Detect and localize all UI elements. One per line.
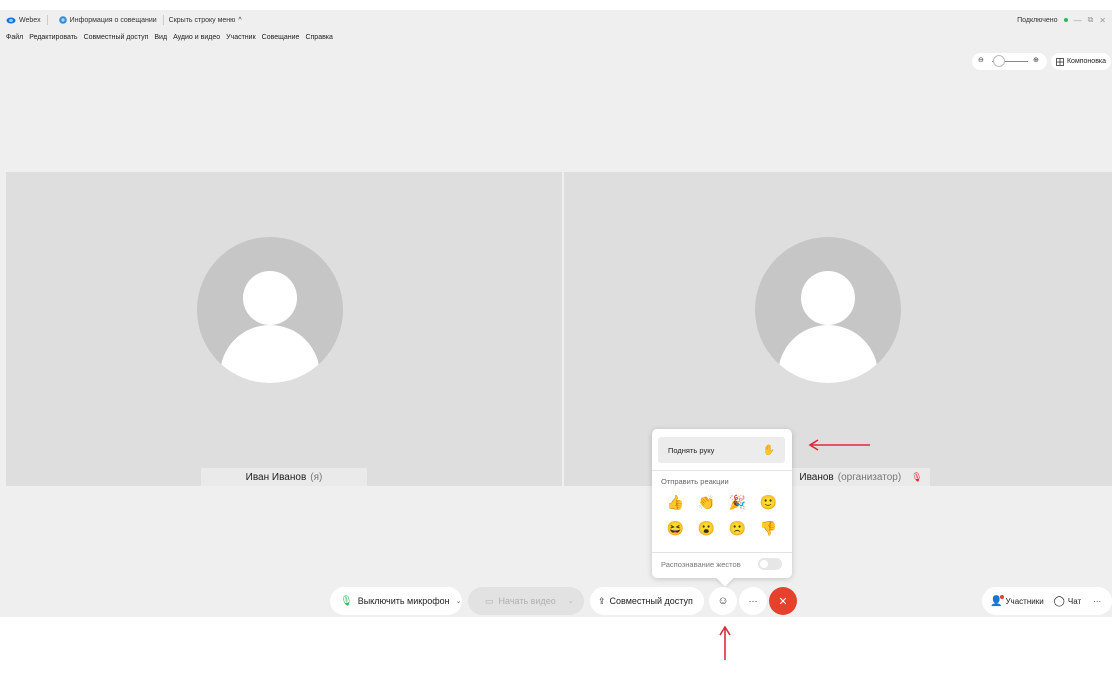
info-icon xyxy=(58,16,67,24)
zoom-slider-handle[interactable] xyxy=(993,55,1006,67)
smile-icon[interactable]: 🙂 xyxy=(753,493,784,511)
avatar xyxy=(197,237,343,383)
menu-edit[interactable]: Редактировать xyxy=(29,34,77,41)
avatar xyxy=(755,237,901,383)
divider xyxy=(162,15,164,25)
zoom-control: ⊖ ⊕ xyxy=(972,53,1047,70)
chat-icon: ◯ xyxy=(1053,595,1065,607)
share-label: Совместный доступ xyxy=(609,596,693,606)
start-video-label: Начать видео xyxy=(498,596,556,606)
meeting-info-label: Информация о совещании xyxy=(69,16,157,24)
gesture-recognition-toggle[interactable] xyxy=(758,558,782,570)
mute-button[interactable]: 🎙 Выключить микрофон ⌄ xyxy=(330,587,462,615)
menu-participant[interactable]: Участник xyxy=(226,34,256,41)
microphone-icon: 🎙 xyxy=(340,595,353,607)
celebrate-icon[interactable]: 🎉 xyxy=(722,493,753,511)
hide-menu-button[interactable]: Скрыть строку меню ^ xyxy=(169,17,242,24)
participants-icon: 👤 xyxy=(990,594,1005,607)
raise-hand-label: Поднять руку xyxy=(668,445,715,455)
smile-outline-icon: ☺ xyxy=(717,595,729,607)
participants-label: Участники xyxy=(1005,596,1044,606)
chat-button[interactable]: ◯ Чат xyxy=(1054,596,1081,607)
more-label: ··· xyxy=(1093,596,1102,606)
restore-button[interactable]: ⧉ xyxy=(1088,15,1094,25)
send-reactions-label: Отправить реакции xyxy=(661,477,729,486)
connected-dot-icon xyxy=(1063,18,1068,22)
video-tile-self[interactable]: Иван Иванов (я) xyxy=(6,172,562,486)
participants-button[interactable]: 👤 Участники xyxy=(990,594,1044,607)
share-button[interactable]: ⇪ Совместный доступ xyxy=(590,587,704,615)
thumbs-up-icon[interactable]: 👍 xyxy=(660,493,691,511)
webex-logo-icon xyxy=(6,17,16,23)
more-options-button[interactable]: ··· xyxy=(739,587,767,615)
end-call-button[interactable]: ✕ xyxy=(769,587,797,615)
video-camera-icon: ▭ xyxy=(485,595,494,606)
chat-label: Чат xyxy=(1067,596,1082,606)
annotation-arrow-up-icon xyxy=(719,625,731,660)
webex-window: Webex Информация о совещании Скрыть стро… xyxy=(0,10,1112,617)
participant-role: (я) xyxy=(310,471,323,483)
menu-file[interactable]: Файл xyxy=(6,34,23,41)
mic-muted-icon: 🎙 xyxy=(911,471,923,482)
divider xyxy=(652,552,792,553)
menu-bar: Файл Редактировать Совместный доступ Вид… xyxy=(0,30,333,44)
thumbs-down-icon[interactable]: 👎 xyxy=(753,519,784,537)
layout-label: Компоновка xyxy=(1066,58,1107,65)
divider xyxy=(652,470,792,471)
layout-button[interactable]: Компоновка xyxy=(1051,53,1111,70)
menu-audio-video[interactable]: Аудио и видео xyxy=(173,34,220,41)
participant-name: Иван Иванов xyxy=(245,471,307,483)
start-video-button[interactable]: ▭ Начать видео ⌄ xyxy=(468,587,584,615)
chevron-down-icon: ⌄ xyxy=(567,598,574,605)
minimize-button[interactable]: — xyxy=(1074,16,1082,25)
share-icon: ⇪ xyxy=(598,595,606,606)
annotation-arrow-left-icon xyxy=(808,439,870,451)
meeting-info-button[interactable]: Информация о совещании xyxy=(58,16,157,24)
more-label: ··· xyxy=(748,596,758,606)
panel-more-button[interactable]: ··· xyxy=(1093,597,1101,606)
menu-view[interactable]: Вид xyxy=(154,34,167,41)
sad-icon[interactable]: 🙁 xyxy=(722,519,753,537)
menu-share[interactable]: Совместный доступ xyxy=(84,34,149,41)
end-call-icon: ✕ xyxy=(778,595,788,608)
menu-help[interactable]: Справка xyxy=(305,34,332,41)
participant-name-bar: Иван Иванов (я) xyxy=(201,468,367,486)
hand-icon: ✋ xyxy=(762,444,775,456)
close-button[interactable]: ✕ xyxy=(1099,16,1106,25)
participant-role: (организатор) xyxy=(837,471,902,483)
participant-name-bar: Иванов (организатор) 🎙 xyxy=(792,468,930,486)
participant-name: Иванов xyxy=(799,471,834,483)
reactions-button[interactable]: ☺ xyxy=(709,587,737,615)
reaction-grid: 👍 👏 🎉 🙂 😆 😮 🙁 👎 xyxy=(660,493,784,537)
app-name[interactable]: Webex xyxy=(6,17,41,24)
clap-icon[interactable]: 👏 xyxy=(691,493,722,511)
side-panel-tools: 👤 Участники ◯ Чат ··· xyxy=(982,587,1112,615)
divider xyxy=(46,15,48,25)
reactions-popup: Поднять руку ✋ Отправить реакции 👍 👏 🎉 🙂… xyxy=(652,429,792,578)
zoom-in-icon[interactable]: ⊕ xyxy=(1033,56,1039,64)
app-name-label: Webex xyxy=(19,16,41,24)
title-bar-right: Подключено — ⧉ ✕ xyxy=(1017,10,1106,30)
grid-icon xyxy=(1056,57,1064,66)
title-bar: Webex Информация о совещании Скрыть стро… xyxy=(0,10,1112,30)
raise-hand-button[interactable]: Поднять руку ✋ xyxy=(658,437,785,463)
zoom-out-icon[interactable]: ⊖ xyxy=(978,56,984,64)
gesture-recognition-label: Распознавание жестов xyxy=(661,560,741,569)
chevron-down-icon: ⌄ xyxy=(455,598,462,605)
menu-meeting[interactable]: Совещание xyxy=(262,34,300,41)
hide-menu-label: Скрыть строку меню xyxy=(168,16,236,24)
connection-status: Подключено xyxy=(1017,16,1058,24)
laugh-icon[interactable]: 😆 xyxy=(660,519,691,537)
mute-label: Выключить микрофон xyxy=(357,596,450,606)
surprised-icon[interactable]: 😮 xyxy=(691,519,722,537)
chevron-up-icon: ^ xyxy=(238,16,242,24)
